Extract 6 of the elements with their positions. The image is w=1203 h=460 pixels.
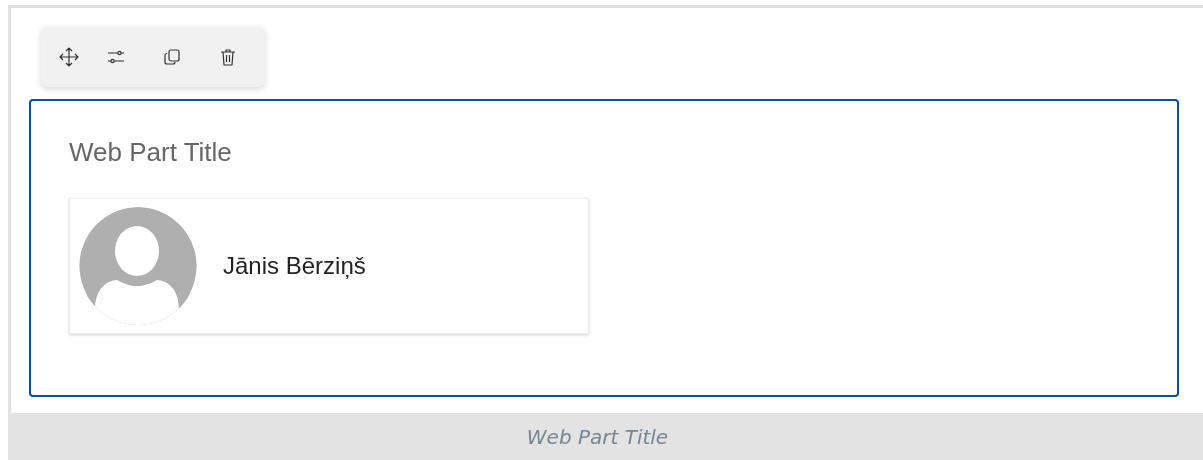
web-part-title: Web Part Title (69, 137, 233, 168)
move-icon (58, 46, 80, 68)
avatar-icon (79, 207, 197, 325)
copy-icon (161, 46, 183, 68)
person-name: Jānis Bērziņš (223, 252, 366, 280)
footer-caption: Web Part Title (526, 424, 669, 449)
